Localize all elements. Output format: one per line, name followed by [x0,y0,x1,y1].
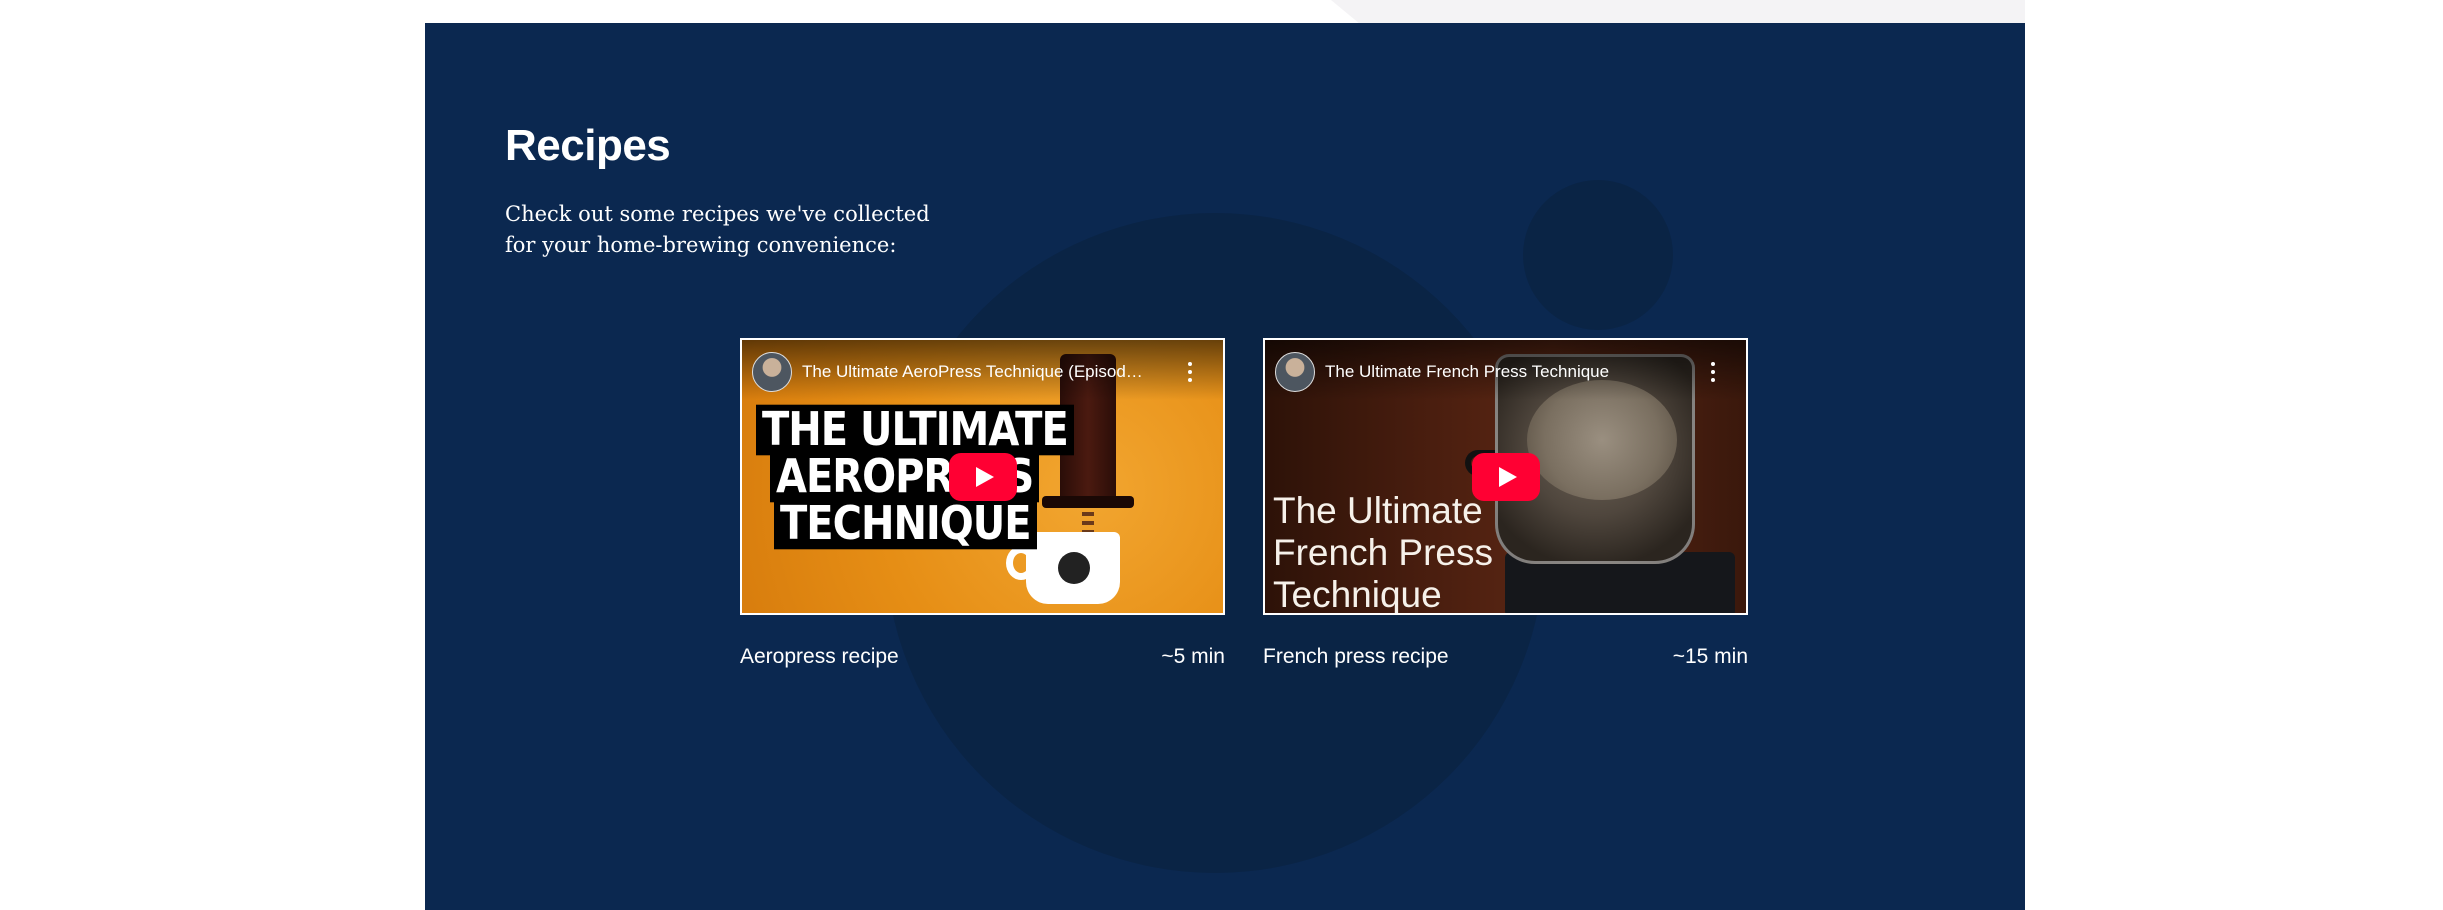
recipe-duration: ~15 min [1672,645,1748,668]
thumbnail-title-line: THE ULTIMATE [756,404,1074,456]
video-header: The Ultimate AeroPress Technique (Episod… [742,340,1223,400]
decorative-circle-small [1523,180,1673,330]
mug-logo-image [1058,552,1090,584]
video-title[interactable]: The Ultimate French Press Technique [1325,362,1685,382]
top-strip [425,0,1331,23]
channel-avatar-icon[interactable] [752,352,792,392]
recipe-duration: ~5 min [1161,645,1225,668]
video-embed-aeropress[interactable]: THE ULTIMATE AEROPRESS TECHNIQUE The Ult… [740,338,1225,615]
thumbnail-title: The Ultimate French Press Technique [1273,490,1494,615]
recipe-card-aeropress: THE ULTIMATE AEROPRESS TECHNIQUE The Ult… [740,338,1225,669]
video-embed-french-press[interactable]: The Ultimate French Press Technique The … [1263,338,1748,615]
top-strip-shape [1331,0,2025,23]
video-title[interactable]: The Ultimate AeroPress Technique (Episod… [802,362,1162,382]
play-icon[interactable] [948,452,1017,501]
recipe-caption: French press recipe ~15 min [1263,645,1748,669]
recipe-card-french-press: The Ultimate French Press Technique The … [1263,338,1748,669]
section-intro: Check out some recipes we've collected f… [505,202,930,257]
thumbnail-title: THE ULTIMATE AEROPRESS TECHNIQUE [756,404,1074,550]
thumbnail-title-line: TECHNIQUE [774,498,1037,550]
recipe-caption: Aeropress recipe ~5 min [740,645,1225,669]
play-icon[interactable] [1471,452,1540,501]
recipes-section: Recipes Check out some recipes we've col… [425,23,2025,910]
recipe-name: French press recipe [1263,645,1449,668]
more-vert-icon[interactable] [1710,362,1716,382]
video-header: The Ultimate French Press Technique [1265,340,1746,400]
channel-avatar-icon[interactable] [1275,352,1315,392]
section-heading: Recipes [505,121,671,170]
recipe-name: Aeropress recipe [740,645,899,668]
more-vert-icon[interactable] [1187,362,1193,382]
